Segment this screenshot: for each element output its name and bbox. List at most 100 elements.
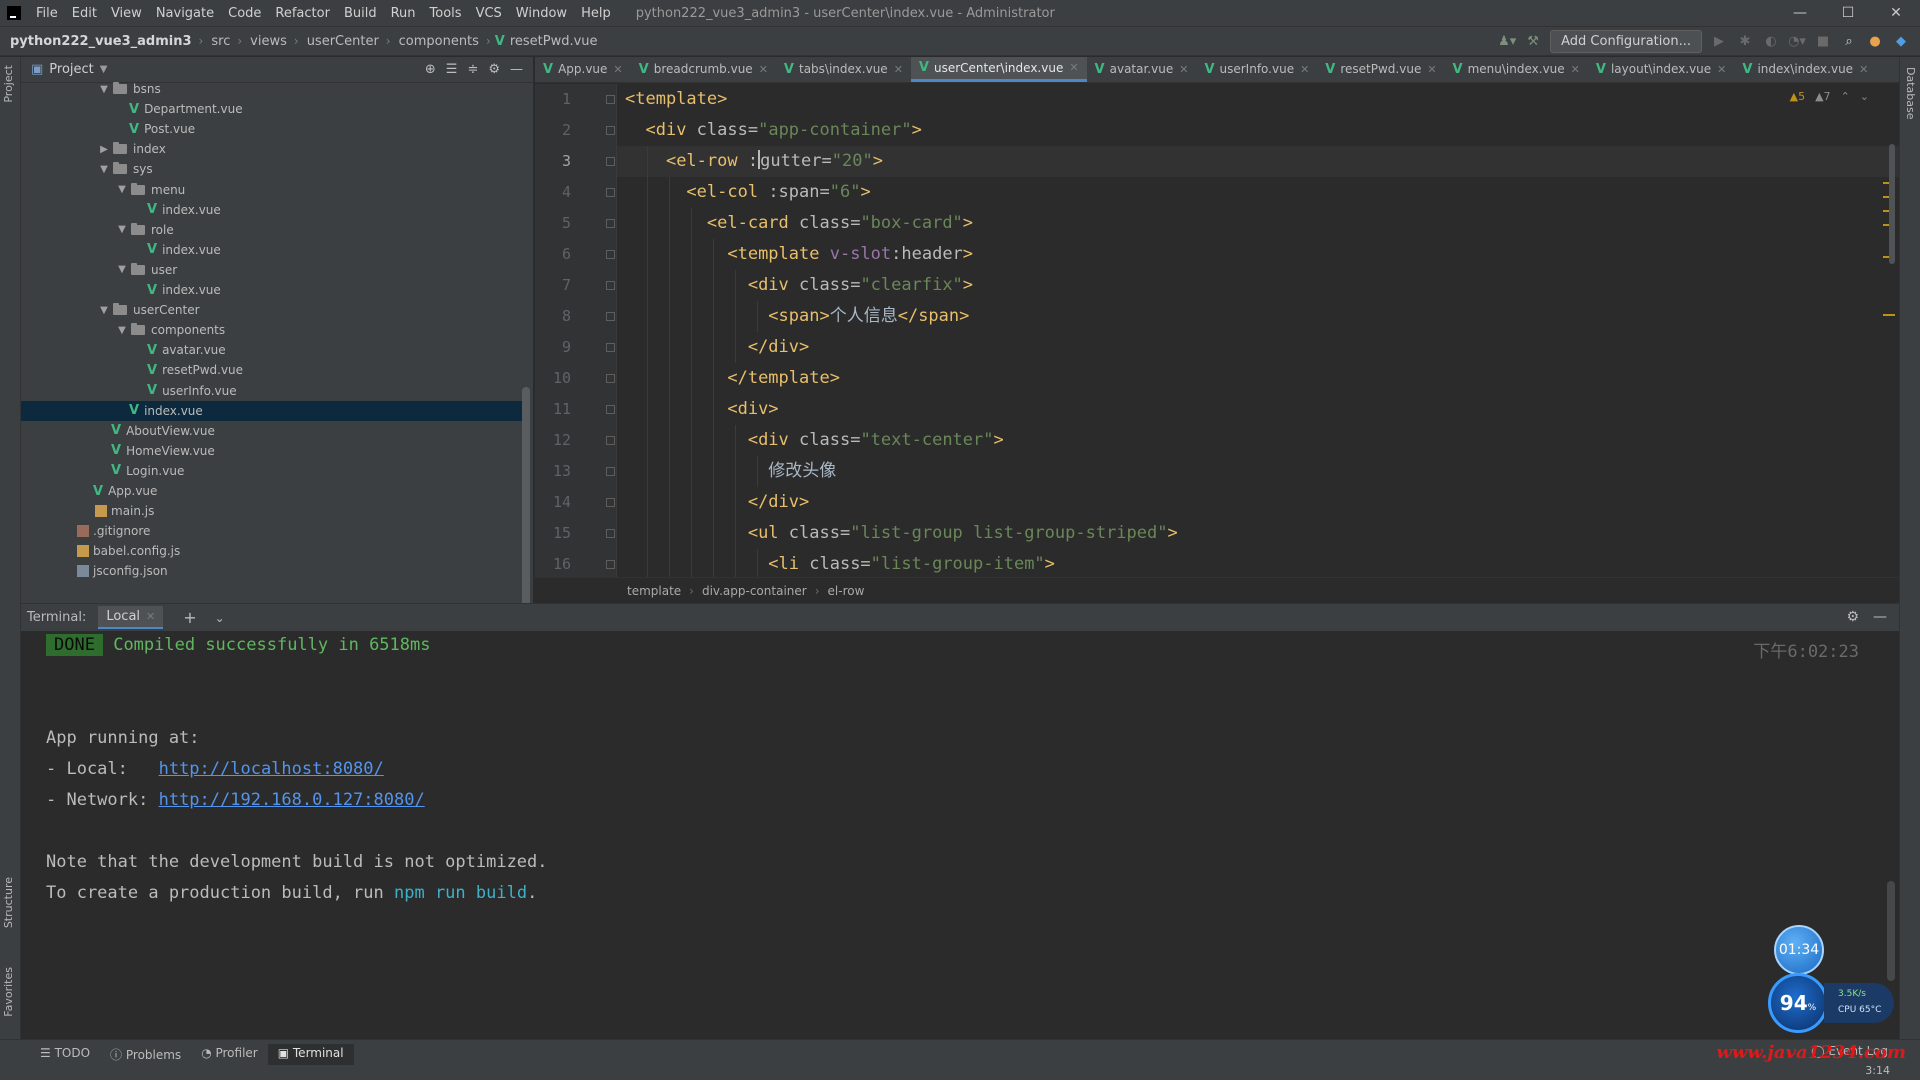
fold-marker-icon[interactable] [606, 467, 615, 476]
chevron-down-icon[interactable]: ▼ [115, 184, 129, 195]
fold-marker-icon[interactable] [606, 343, 615, 352]
tree-item[interactable]: V Login.vue [21, 461, 526, 481]
editor-scrollbar[interactable] [1889, 144, 1895, 264]
editor-tab[interactable]: Vindex\index.vue ✕ [1734, 57, 1876, 82]
fold-marker-icon[interactable] [606, 436, 615, 445]
close-icon[interactable]: ✕ [1300, 63, 1309, 76]
tree-item[interactable]: ▶ index [21, 139, 526, 159]
code-editor[interactable]: 1 2 3 4 5 6 7 8 9 10 11 12 13 14 15 16 <template> <div … [535, 84, 1899, 577]
editor-tab[interactable]: VuserInfo.vue ✕ [1196, 57, 1317, 82]
caret-position[interactable]: 3:14 [1865, 1064, 1890, 1077]
network-url-link[interactable]: http://192.168.0.127:8080/ [159, 790, 425, 810]
tree-item[interactable]: Vindex.vue [21, 240, 526, 260]
build-hammer-icon[interactable]: ⚒ [1524, 34, 1542, 49]
editor-crumb[interactable]: el-row [828, 584, 865, 598]
terminal-tool-button[interactable]: ▣ Terminal [267, 1044, 354, 1065]
chevron-down-icon[interactable]: ▼ [115, 224, 129, 235]
menu-item-build[interactable]: Build [337, 6, 384, 21]
nav-crumb-views[interactable]: views [246, 34, 290, 49]
fold-marker-icon[interactable] [606, 498, 615, 507]
close-icon[interactable]: ✕ [1571, 63, 1580, 76]
code-line[interactable]: 修改头像 [625, 456, 836, 487]
tree-item[interactable]: ▼ user [21, 260, 526, 280]
tree-item[interactable]: V App.vue [21, 481, 526, 501]
tree-item[interactable]: Vindex.vue [21, 200, 526, 220]
chevron-down-icon[interactable]: ⌄ [215, 611, 225, 625]
add-configuration-button[interactable]: Add Configuration... [1550, 30, 1702, 53]
timer-ball[interactable]: 01:34 [1774, 925, 1824, 975]
code-line[interactable]: <template> [625, 84, 727, 115]
run-icon[interactable]: ▶ [1710, 34, 1728, 49]
tree-item[interactable]: ▼ userCenter [21, 300, 526, 320]
menu-item-window[interactable]: Window [509, 6, 574, 21]
tree-item[interactable]: ▼ role [21, 220, 526, 240]
fold-marker-icon[interactable] [606, 157, 615, 166]
code-line[interactable]: <el-row : gutter="20"> [617, 146, 1899, 177]
fold-marker-icon[interactable] [606, 405, 615, 414]
tree-item[interactable]: V HomeView.vue [21, 441, 526, 461]
fold-marker-icon[interactable] [606, 250, 615, 259]
code-line[interactable]: <div class="clearfix"> [625, 270, 973, 301]
project-tool-tab[interactable]: Project [2, 65, 15, 103]
chevron-down-icon[interactable]: ▼ [115, 325, 129, 336]
jetbrains-toolbox-icon[interactable]: ◆ [1892, 34, 1910, 49]
structure-tool-tab[interactable]: Structure [2, 877, 15, 928]
chevron-down-icon[interactable]: ⌄ [1860, 90, 1869, 103]
new-terminal-icon[interactable]: + [183, 608, 196, 627]
close-icon[interactable]: ✕ [1717, 63, 1726, 76]
nav-crumb-file[interactable]: resetPwd.vue [510, 34, 601, 49]
menu-item-file[interactable]: File [29, 6, 65, 21]
code-line[interactable]: <el-card class="box-card"> [625, 208, 973, 239]
code-line[interactable]: <el-col :span="6"> [625, 177, 870, 208]
chevron-up-icon[interactable]: ⌃ [1841, 90, 1850, 103]
tree-item[interactable]: ▼ bsns [21, 79, 526, 99]
menu-item-vcs[interactable]: VCS [469, 6, 509, 21]
tree-item[interactable]: V Post.vue [21, 119, 526, 139]
close-icon[interactable]: ✕ [1179, 63, 1188, 76]
tree-item[interactable]: Vindex.vue [21, 280, 526, 300]
tree-item[interactable]: Vindex.vue [21, 400, 526, 421]
close-icon[interactable]: ✕ [894, 63, 903, 76]
inspection-widget[interactable]: ▲5 ▲7 ⌃ ⌄ [1790, 90, 1869, 103]
profile-icon[interactable]: ◔▾ [1788, 34, 1806, 49]
editor-tab[interactable]: Vlayout\index.vue ✕ [1588, 57, 1735, 82]
code-line[interactable]: <li class="list-group-item"> [625, 549, 1055, 577]
tree-item[interactable]: V Department.vue [21, 99, 526, 119]
menu-item-view[interactable]: View [104, 6, 149, 21]
fold-marker-icon[interactable] [606, 281, 615, 290]
fold-marker-icon[interactable] [606, 529, 615, 538]
todo-tool-button[interactable]: ☰ TODO [30, 1044, 100, 1065]
chevron-down-icon[interactable]: ▼ [97, 84, 111, 95]
project-panel-title[interactable]: Project [49, 62, 93, 77]
code-line[interactable]: <div class="app-container"> [625, 115, 921, 146]
chevron-down-icon[interactable]: ▼ [100, 64, 108, 75]
terminal-output[interactable]: DONE Compiled successfully in 6518ms 下午6… [21, 631, 1899, 1039]
close-icon[interactable]: ✕ [146, 610, 155, 623]
tree-item[interactable]: babel.config.js [21, 541, 526, 561]
menu-item-edit[interactable]: Edit [65, 6, 104, 21]
fold-marker-icon[interactable] [606, 126, 615, 135]
collapse-all-icon[interactable]: ≑ [467, 62, 478, 77]
tree-item[interactable]: ▼ sys [21, 159, 526, 179]
coverage-icon[interactable]: ◐ [1762, 34, 1780, 49]
code-line[interactable]: <template v-slot:header> [625, 239, 973, 270]
favorites-tool-tab[interactable]: Favorites [2, 967, 15, 1017]
tree-item[interactable]: ▼ components [21, 320, 526, 340]
editor-tab[interactable]: VuserCenter\index.vue ✕ [910, 57, 1087, 82]
editor-crumb[interactable]: div.app-container [702, 584, 807, 598]
editor-tab[interactable]: Vtabs\index.vue ✕ [776, 57, 911, 82]
user-icon[interactable]: ♟▾ [1498, 34, 1516, 49]
code-line[interactable]: </div> [625, 332, 809, 363]
tree-item[interactable]: V AboutView.vue [21, 421, 526, 441]
fold-marker-icon[interactable] [606, 560, 615, 569]
tree-item[interactable]: VuserInfo.vue [21, 381, 526, 401]
fold-marker-icon[interactable] [606, 312, 615, 321]
editor-tab[interactable]: Vbreadcrumb.vue ✕ [631, 57, 776, 82]
system-monitor-widget[interactable]: 01:34 94% 3.5K/s CPU 65°C [1768, 925, 1898, 1033]
nav-crumb-components[interactable]: components [395, 34, 482, 49]
project-scrollbar[interactable] [522, 387, 530, 603]
nav-crumb-src[interactable]: src [207, 34, 233, 49]
menu-item-navigate[interactable]: Navigate [149, 6, 221, 21]
warning-stripe[interactable] [1883, 314, 1895, 316]
tree-item[interactable]: Vavatar.vue [21, 340, 526, 360]
